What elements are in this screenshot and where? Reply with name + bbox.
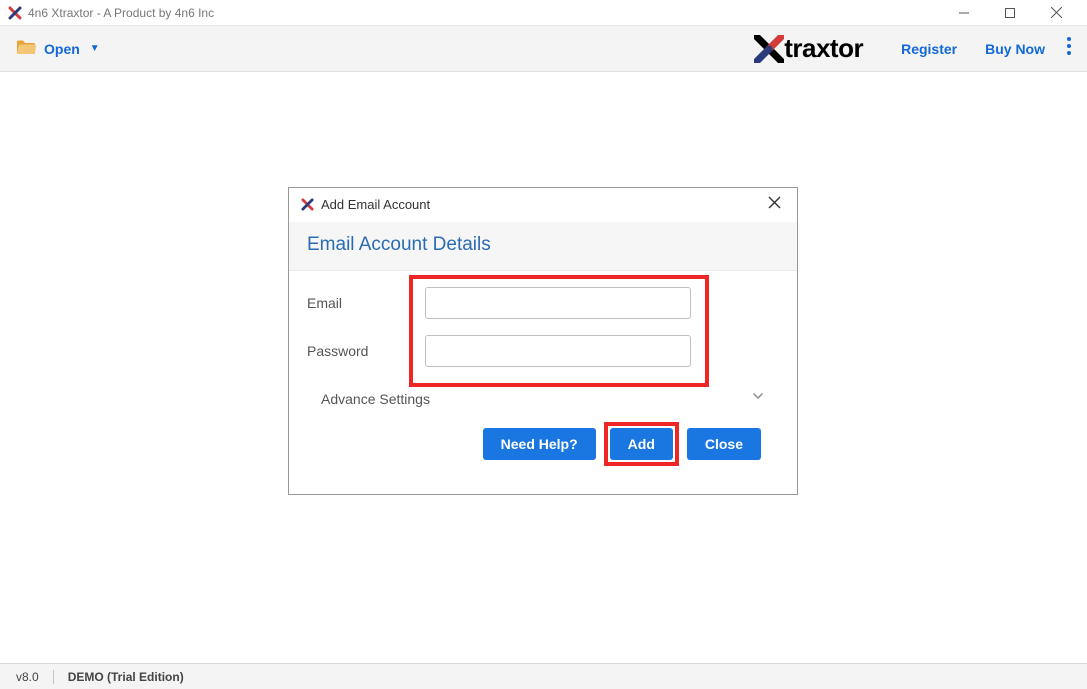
edition-label: DEMO (Trial Edition) [68, 670, 184, 684]
email-row: Email [307, 279, 779, 327]
chevron-down-icon [751, 389, 765, 408]
close-button[interactable]: Close [687, 428, 761, 460]
register-link[interactable]: Register [901, 41, 957, 57]
version-label: v8.0 [16, 670, 39, 684]
dialog-heading: Email Account Details [307, 234, 779, 256]
add-button[interactable]: Add [610, 428, 673, 460]
window-title: 4n6 Xtraxtor - A Product by 4n6 Inc [28, 6, 941, 20]
window-close-button[interactable] [1033, 0, 1079, 26]
add-button-highlight-wrap: Add [610, 428, 673, 460]
email-label: Email [307, 295, 425, 311]
open-dropdown-button[interactable]: Open ▼ [16, 39, 100, 58]
main-content-area: Add Email Account Email Account Details … [0, 72, 1087, 663]
password-label: Password [307, 343, 425, 359]
dialog-footer: Need Help? Add Close [307, 414, 779, 478]
status-bar: v8.0 DEMO (Trial Edition) [0, 663, 1087, 689]
brand-text: traxtor [784, 33, 863, 64]
dialog-body: Email Password Advance Settings Need Hel… [289, 271, 797, 494]
advance-settings-label: Advance Settings [321, 391, 430, 407]
dialog-titlebar: Add Email Account [289, 188, 797, 222]
main-toolbar: Open ▼ traxtor Register Buy Now [0, 26, 1087, 72]
brand-logo: traxtor [754, 33, 863, 64]
brand-x-icon [754, 35, 784, 63]
window-controls [941, 0, 1079, 26]
chevron-down-icon: ▼ [90, 43, 100, 54]
password-row: Password [307, 327, 779, 375]
status-separator [53, 670, 54, 684]
window-titlebar: 4n6 Xtraxtor - A Product by 4n6 Inc [0, 0, 1087, 26]
buy-now-link[interactable]: Buy Now [985, 41, 1045, 57]
minimize-button[interactable] [941, 0, 987, 26]
need-help-button[interactable]: Need Help? [483, 428, 596, 460]
dialog-close-button[interactable] [764, 194, 785, 216]
password-input[interactable] [425, 335, 691, 367]
more-vertical-icon[interactable] [1067, 37, 1071, 60]
dialog-title: Add Email Account [321, 197, 764, 212]
email-input[interactable] [425, 287, 691, 319]
maximize-button[interactable] [987, 0, 1033, 26]
app-x-icon [8, 6, 22, 20]
add-email-account-dialog: Add Email Account Email Account Details … [288, 187, 798, 495]
dialog-x-icon [301, 198, 314, 211]
open-label: Open [44, 41, 80, 57]
folder-icon [16, 39, 36, 58]
dialog-subheader: Email Account Details [289, 222, 797, 271]
advance-settings-toggle[interactable]: Advance Settings [307, 375, 779, 414]
